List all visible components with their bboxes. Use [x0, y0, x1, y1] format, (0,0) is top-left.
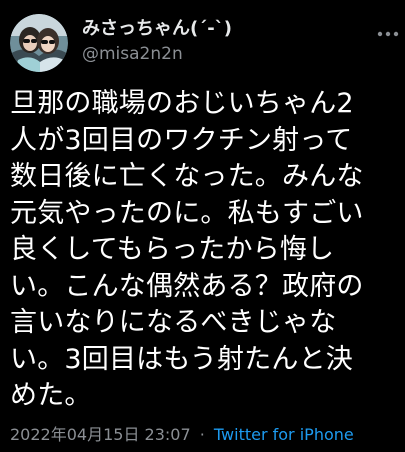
display-name[interactable]: みさっちゃん(´-`) — [82, 14, 232, 40]
user-handle[interactable]: @misa2n2n — [82, 44, 183, 64]
more-dots-icon[interactable] — [377, 26, 399, 40]
tweet-meta: 2022年04月15日 23:07 · Twitter for iPhone — [10, 421, 354, 445]
tweet-text: 旦那の職場のおじいちゃん2 人が3回目のワクチン射って 数日後に亡くなった。みん… — [10, 88, 364, 411]
avatar[interactable] — [10, 14, 68, 72]
avatar-photo — [10, 14, 68, 72]
meta-separator: · — [199, 425, 205, 444]
tweet-source-link[interactable]: Twitter for iPhone — [214, 425, 354, 444]
tweet-card: みさっちゃん(´-`) @misa2n2n 旦那の職場のおじいちゃん2 人が3回… — [0, 0, 405, 452]
tweet-timestamp[interactable]: 2022年04月15日 23:07 — [10, 425, 191, 444]
